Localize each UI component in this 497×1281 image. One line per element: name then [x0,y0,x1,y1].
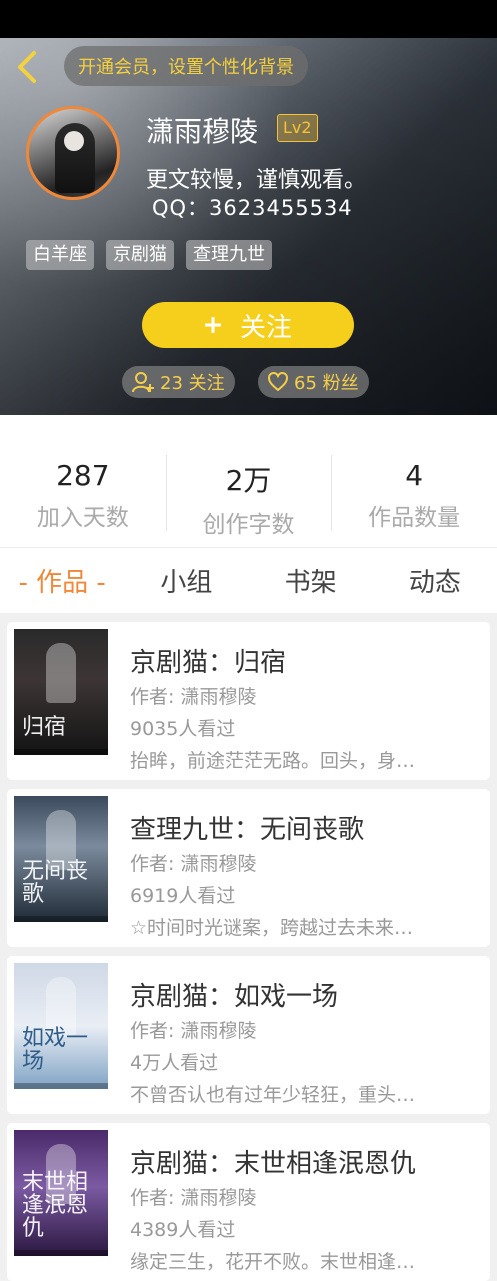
book-title: 京剧猫：如戏一场 [130,982,339,1012]
tag-item[interactable]: 京剧猫 [106,240,174,270]
book-author: 作者: 潇雨穆陵 [130,1187,257,1209]
work-card[interactable]: 如戏一场 京剧猫：如戏一场 作者: 潇雨穆陵 4万人看过 不曾否认也有过年少轻狂… [7,956,490,1114]
tag-item[interactable]: 白羊座 [26,240,94,270]
book-title: 查理九世：无间丧歌 [130,815,365,845]
book-cover: 无间丧歌 [14,796,108,922]
book-views: 9035人看过 [130,718,236,740]
bio: 更文较慢，谨慎观看。 [146,168,367,193]
cover-title: 归宿 [22,714,67,740]
following-count-button[interactable]: 23 关注 [122,366,235,398]
username: 潇雨穆陵 [146,115,259,148]
work-card[interactable]: 无间丧歌 查理九世：无间丧歌 作者: 潇雨穆陵 6919人看过 ☆时间时光谜案，… [7,789,490,947]
follow-button-label: 关注 [239,312,292,343]
stat-label: 创作字数 [202,512,295,538]
stat-join-days: 287 加入天数 [0,415,166,547]
level-badge: Lv2 [277,114,318,142]
cover-strip [14,916,108,922]
work-card[interactable]: 末世相逢泯恩仇 京剧猫：末世相逢泯恩仇 作者: 潇雨穆陵 4389人看过 缘定三… [7,1123,490,1281]
tab-bar: - 作品 - 小组 书架 动态 [0,547,497,613]
stats-bar: 287 加入天数 2万 创作字数 4 作品数量 [0,415,497,547]
tab-activity[interactable]: 动态 [373,548,497,613]
stat-word-count: 2万 创作字数 [165,415,332,547]
back-button[interactable] [10,48,44,86]
book-views: 4389人看过 [130,1219,236,1241]
vip-banner[interactable]: 开通会员，设置个性化背景 [64,46,308,86]
avatar-face [64,131,84,151]
book-title: 京剧猫：归宿 [130,648,287,678]
stat-work-count: 4 作品数量 [331,415,497,547]
book-views: 6919人看过 [130,885,236,907]
header-background [0,38,497,415]
avatar[interactable] [26,106,120,200]
heart-icon [268,372,288,392]
fans-count-button[interactable]: 65 粉丝 [258,366,369,398]
plus-icon [204,317,221,333]
book-cover: 末世相逢泯恩仇 [14,1130,108,1256]
stat-value: 287 [56,459,110,492]
book-author: 作者: 潇雨穆陵 [130,1020,257,1042]
stat-value: 2万 [225,464,272,497]
tab-groups[interactable]: 小组 [124,548,248,613]
fans-count: 65 粉丝 [294,373,359,394]
cover-title: 无间丧歌 [22,858,89,907]
cover-title: 末世相逢泯恩仇 [22,1169,89,1241]
cover-strip [14,1250,108,1256]
tab-bookshelf[interactable]: 书架 [249,548,373,613]
book-author: 作者: 潇雨穆陵 [130,853,257,875]
book-cover: 归宿 [14,629,108,755]
stat-value: 4 [405,459,424,492]
tab-works[interactable]: - 作品 - [0,548,124,613]
profile-header: 开通会员，设置个性化背景 潇雨穆陵 Lv2 更文较慢，谨慎观看。 QQ：3623… [0,38,497,415]
works-list: 归宿 京剧猫：归宿 作者: 潇雨穆陵 9035人看过 抬眸，前途茫茫无路。回头，… [0,613,497,1281]
qq-number: QQ：3623455534 [152,196,353,220]
book-cover: 如戏一场 [14,963,108,1089]
user-add-icon [132,372,154,393]
work-card[interactable]: 归宿 京剧猫：归宿 作者: 潇雨穆陵 9035人看过 抬眸，前途茫茫无路。回头，… [7,622,490,780]
book-description: 抬眸，前途茫茫无路。回头，身… [130,750,416,772]
stat-label: 加入天数 [36,505,129,531]
status-bar [0,0,497,38]
cover-figure [46,643,76,703]
book-views: 4万人看过 [130,1052,219,1074]
book-title: 京剧猫：末世相逢泯恩仇 [130,1149,417,1179]
cover-strip [14,749,108,755]
chevron-left-icon [18,51,36,83]
cover-strip [14,1083,108,1089]
following-count: 23 关注 [160,373,225,394]
book-description: 缘定三生，花开不败。末世相逢… [130,1251,416,1273]
follow-button[interactable]: 关注 [142,302,354,348]
tag-list: 白羊座 京剧猫 查理九世 [26,240,272,270]
tag-item[interactable]: 查理九世 [186,240,272,270]
book-description: 不曾否认也有过年少轻狂，重头… [130,1084,416,1106]
book-author: 作者: 潇雨穆陵 [130,686,257,708]
book-description: ☆时间时光谜案，跨越过去未来… [130,917,414,939]
cover-title: 如戏一场 [22,1025,89,1074]
stat-label: 作品数量 [368,505,461,531]
